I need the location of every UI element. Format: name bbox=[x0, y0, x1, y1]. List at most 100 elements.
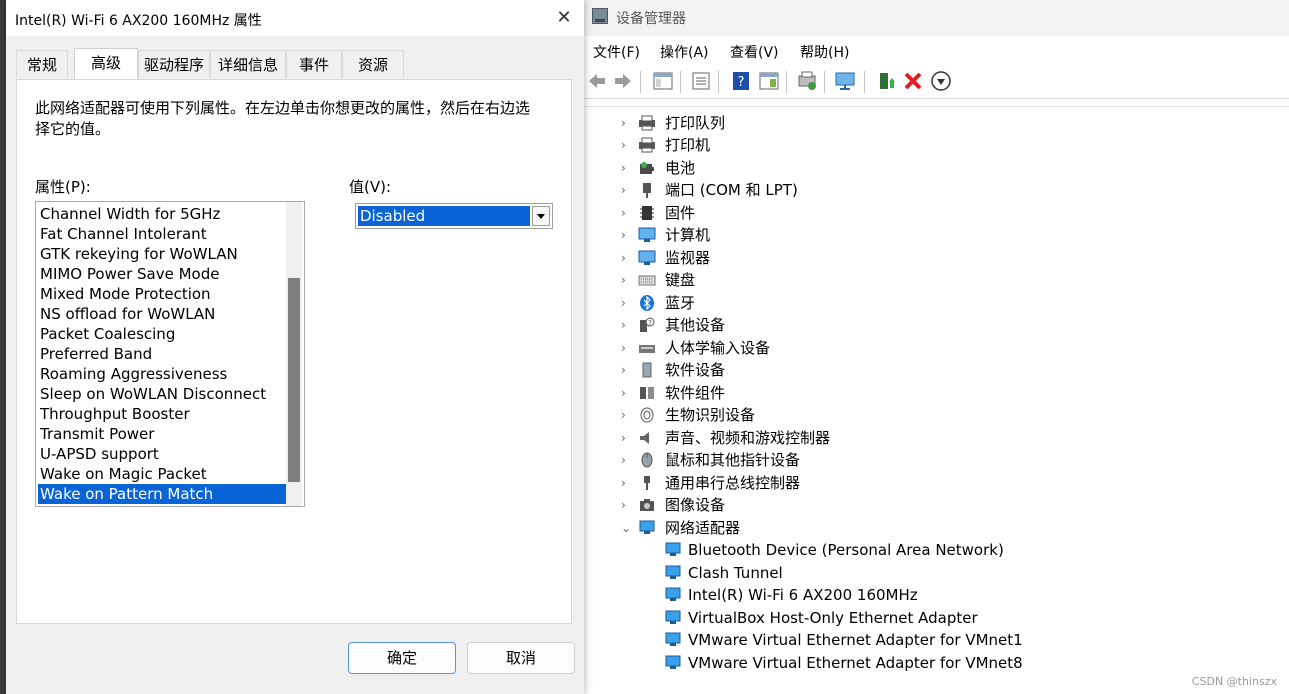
device-manager-titlebar: 设备管理器 bbox=[584, 0, 1289, 36]
dialog-titlebar: Intel(R) Wi-Fi 6 AX200 160MHz 属性 ✕ bbox=[6, 0, 584, 36]
network-adapter-icon bbox=[665, 610, 681, 624]
chevron-right-icon[interactable]: › bbox=[621, 202, 633, 224]
svg-text:?: ? bbox=[738, 75, 745, 90]
toolbar-separator bbox=[864, 71, 865, 93]
tab-general[interactable]: 常规 bbox=[16, 50, 68, 78]
list-item[interactable]: Transmit Power bbox=[38, 424, 286, 444]
chevron-right-icon[interactable]: › bbox=[621, 449, 633, 471]
tree-category-label: 打印机 bbox=[665, 136, 711, 154]
device-manager-app-icon bbox=[592, 8, 608, 24]
property-label: 属性(P): bbox=[35, 178, 91, 196]
chevron-right-icon[interactable]: › bbox=[621, 179, 633, 201]
tree-category-label: 电池 bbox=[665, 159, 696, 177]
chevron-right-icon[interactable]: › bbox=[621, 247, 633, 269]
menu-help[interactable]: 帮助(H) bbox=[800, 42, 849, 62]
tree-category-label: 打印队列 bbox=[665, 114, 726, 132]
tree-category-label: 计算机 bbox=[665, 226, 711, 244]
back-icon[interactable] bbox=[586, 70, 608, 92]
usb-icon bbox=[644, 476, 650, 490]
bluetooth-icon bbox=[640, 295, 654, 311]
chevron-down-icon[interactable]: ⌄ bbox=[621, 517, 633, 539]
chevron-right-icon[interactable]: › bbox=[621, 494, 633, 516]
tree-category-label: 通用串行总线控制器 bbox=[665, 474, 801, 492]
speaker-icon bbox=[640, 432, 649, 444]
cancel-button[interactable]: 取消 bbox=[467, 642, 575, 674]
tree-category-label: 端口 (COM 和 LPT) bbox=[665, 181, 798, 199]
forward-icon[interactable] bbox=[612, 70, 634, 92]
tab-driver[interactable]: 驱动程序 bbox=[138, 50, 210, 78]
dialog-title: Intel(R) Wi-Fi 6 AX200 160MHz 属性 bbox=[15, 13, 262, 29]
property-listbox[interactable]: Channel Width for 5GHz Fat Channel Intol… bbox=[35, 201, 305, 507]
value-select-current[interactable]: Disabled bbox=[358, 206, 530, 226]
close-icon[interactable]: ✕ bbox=[552, 6, 576, 30]
list-item[interactable]: Fat Channel Intolerant bbox=[38, 224, 286, 244]
toolbar-separator bbox=[680, 71, 681, 93]
list-item[interactable]: U-APSD support bbox=[38, 444, 286, 464]
list-item[interactable]: MIMO Power Save Mode bbox=[38, 264, 286, 284]
list-item[interactable]: GTK rekeying for WoWLAN bbox=[38, 244, 286, 264]
value-select[interactable]: Disabled bbox=[355, 203, 553, 229]
menu-action[interactable]: 操作(A) bbox=[660, 42, 709, 62]
chevron-right-icon[interactable]: › bbox=[621, 134, 633, 156]
list-item[interactable]: Mixed Mode Protection bbox=[38, 284, 286, 304]
tab-advanced[interactable]: 高级 bbox=[74, 48, 138, 80]
list-item[interactable]: NS offload for WoWLAN bbox=[38, 304, 286, 324]
network-adapter-icon bbox=[665, 587, 681, 601]
properties-dialog: Intel(R) Wi-Fi 6 AX200 160MHz 属性 ✕ 常规 高级… bbox=[6, 0, 584, 694]
network-adapter-icon bbox=[639, 520, 655, 534]
list-item[interactable]: Channel Width for 5GHz bbox=[38, 204, 286, 224]
chevron-right-icon[interactable]: › bbox=[621, 292, 633, 314]
chevron-down-icon[interactable] bbox=[532, 206, 550, 226]
menu-view[interactable]: 查看(V) bbox=[730, 42, 779, 62]
network-adapter-icon bbox=[665, 655, 681, 669]
chevron-right-icon[interactable]: › bbox=[621, 472, 633, 494]
download-icon[interactable] bbox=[930, 70, 952, 92]
list-item[interactable]: Sleep on WoWLAN Disconnect bbox=[38, 384, 286, 404]
network-adapter-icon bbox=[665, 565, 681, 579]
chevron-right-icon[interactable]: › bbox=[621, 404, 633, 426]
list-item[interactable]: Roaming Aggressiveness bbox=[38, 364, 286, 384]
enable-device-icon[interactable] bbox=[876, 70, 898, 92]
scan-hardware-icon[interactable] bbox=[834, 70, 856, 92]
tab-details[interactable]: 详细信息 bbox=[210, 50, 286, 78]
tree-device-label: VMware Virtual Ethernet Adapter for VMne… bbox=[688, 631, 1023, 649]
show-hide-tree-icon[interactable] bbox=[652, 70, 674, 92]
chevron-right-icon[interactable]: › bbox=[621, 314, 633, 336]
list-item-selected[interactable]: Wake on Pattern Match bbox=[38, 484, 286, 504]
menu-file[interactable]: 文件(F) bbox=[593, 42, 640, 62]
chevron-right-icon[interactable]: › bbox=[621, 427, 633, 449]
other-devices-icon: ? bbox=[640, 317, 655, 332]
list-item[interactable]: Preferred Band bbox=[38, 344, 286, 364]
tree-category-label: 声音、视频和游戏控制器 bbox=[665, 429, 831, 447]
menu-bar: 文件(F) 操作(A) 查看(V) 帮助(H) bbox=[584, 38, 1289, 66]
tab-resources[interactable]: 资源 bbox=[342, 50, 404, 78]
chevron-right-icon[interactable]: › bbox=[621, 359, 633, 381]
update-driver-icon[interactable] bbox=[796, 70, 818, 92]
list-item[interactable]: Wake on Magic Packet bbox=[38, 464, 286, 484]
action-view-icon[interactable] bbox=[758, 70, 780, 92]
tree-category-label: 软件组件 bbox=[665, 384, 726, 402]
chevron-right-icon[interactable]: › bbox=[621, 337, 633, 359]
advanced-tab-panel: 此网络适配器可使用下列属性。在左边单击你想更改的属性，然后在右边选择它的值。 属… bbox=[16, 79, 572, 624]
computer-icon bbox=[638, 227, 656, 242]
chevron-right-icon[interactable]: › bbox=[621, 269, 633, 291]
tree-category-label: 蓝牙 bbox=[665, 294, 696, 312]
chevron-right-icon[interactable]: › bbox=[621, 382, 633, 404]
network-adapter-icon bbox=[665, 632, 681, 646]
tree-device-label: VirtualBox Host-Only Ethernet Adapter bbox=[688, 609, 978, 627]
chevron-right-icon[interactable]: › bbox=[621, 112, 633, 134]
tab-events[interactable]: 事件 bbox=[286, 50, 342, 78]
properties-icon[interactable] bbox=[690, 70, 712, 92]
toolbar-separator bbox=[718, 71, 719, 93]
ok-button[interactable]: 确定 bbox=[348, 642, 456, 674]
scrollbar-thumb[interactable] bbox=[288, 278, 300, 482]
uninstall-device-icon[interactable] bbox=[902, 70, 924, 92]
list-item[interactable]: Packet Coalescing bbox=[38, 324, 286, 344]
chevron-right-icon[interactable]: › bbox=[621, 224, 633, 246]
dialog-tabs: 常规 高级 驱动程序 详细信息 事件 资源 bbox=[6, 48, 584, 80]
chevron-right-icon[interactable]: › bbox=[621, 157, 633, 179]
help-icon[interactable]: ? bbox=[730, 70, 752, 92]
software-component-icon bbox=[640, 387, 654, 399]
list-item[interactable]: Throughput Booster bbox=[38, 404, 286, 424]
device-tree: › 打印队列 › 打印机 › 电池 › 端口 (COM 和 LPT) › 固件 … bbox=[584, 106, 1289, 687]
